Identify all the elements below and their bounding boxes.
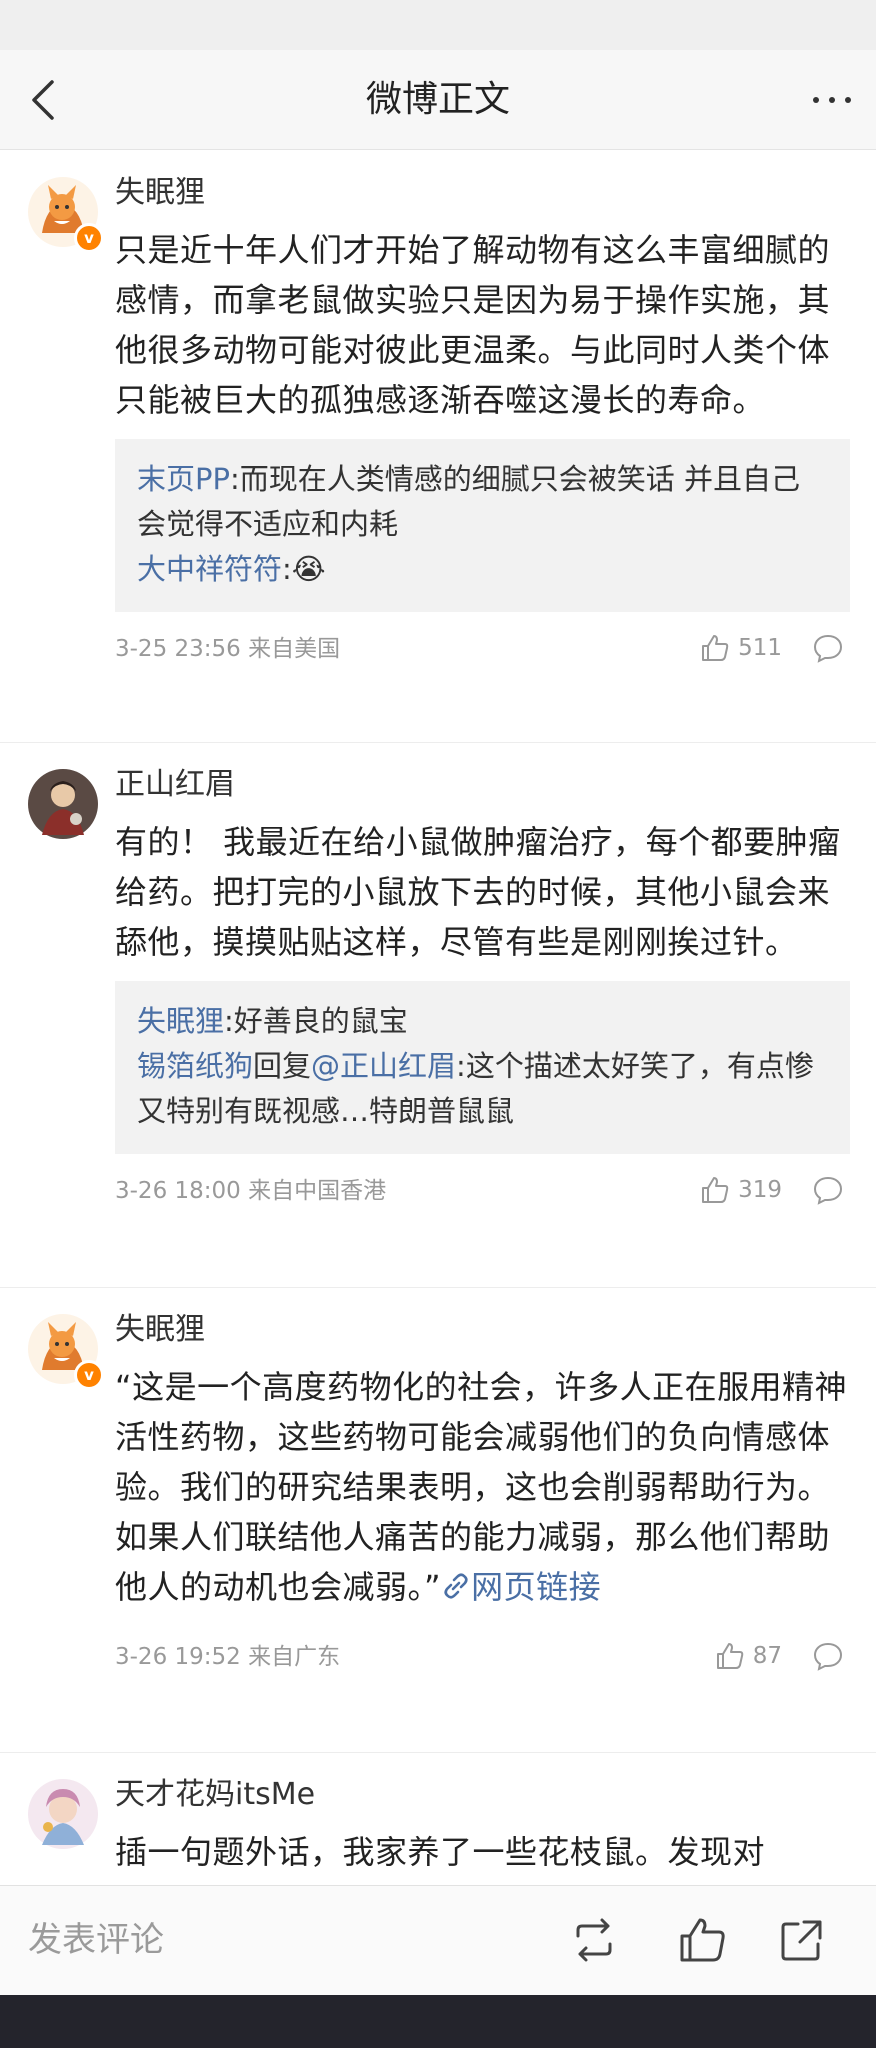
web-link[interactable]: 网页链接	[441, 1568, 601, 1606]
comment-text: 只是近十年人们才开始了解动物有这么丰富细腻的感情，而拿老鼠做实验只是因为易于操作…	[115, 231, 831, 419]
reply-mention[interactable]: @正山红眉	[311, 1049, 456, 1083]
like-button[interactable]: 87	[715, 1638, 782, 1674]
web-link-label[interactable]: 网页链接	[471, 1568, 601, 1606]
avatar[interactable]	[28, 769, 98, 839]
comment-item: v 失眠狸 “这是一个高度药物化的社会，许多人正在服用精神活性药物，这些药物可能…	[0, 1288, 876, 1753]
comment-text: 插一句题外话，我家养了一些花枝鼠。发现对	[115, 1833, 766, 1871]
reply-username[interactable]: 失眠狸	[137, 1004, 224, 1038]
page-title: 微博正文	[365, 79, 510, 120]
comment-bubble-icon	[813, 1176, 843, 1205]
bottom-action-bar: 发表评论	[0, 1885, 876, 1995]
reply-button[interactable]	[812, 1174, 844, 1206]
comment-item: 正山红眉 有的！ 我最近在给小鼠做肿瘤治疗，每个都要肿瘤给药。把打完的小鼠放下去…	[0, 743, 876, 1288]
reply-item: 末页PP:而现在人类情感的细腻只会被笑话 并且自己会觉得不适应和内耗	[137, 457, 828, 547]
reply-item: 锡箔纸狗回复@正山红眉:这个描述太好笑了，有点惨又特别有既视感…特朗普鼠鼠	[137, 1044, 828, 1134]
reply-button[interactable]	[812, 1640, 844, 1672]
comment-username[interactable]: 天才花妈itsMe	[115, 1775, 850, 1815]
comment-username[interactable]: 失眠狸	[115, 173, 850, 213]
avatar[interactable]	[28, 1779, 98, 1849]
avatar[interactable]: v	[28, 177, 104, 253]
more-dots-icon	[813, 97, 851, 103]
reply-text: :😭	[282, 552, 326, 586]
status-bar	[0, 0, 876, 50]
repost-icon	[576, 1918, 612, 1962]
more-button[interactable]	[808, 80, 856, 120]
top-navbar: 微博正文	[0, 50, 876, 150]
like-count: 319	[738, 1177, 782, 1203]
link-icon	[444, 1573, 468, 1599]
thumbs-up-icon	[702, 1177, 729, 1203]
repost-button[interactable]	[566, 1912, 622, 1968]
comment-item: v 失眠狸 只是近十年人们才开始了解动物有这么丰富细腻的感情，而拿老鼠做实验只是…	[0, 151, 876, 743]
comment-feed: v 失眠狸 只是近十年人们才开始了解动物有这么丰富细腻的感情，而拿老鼠做实验只是…	[0, 151, 876, 1885]
reply-button[interactable]	[812, 632, 844, 664]
comment-username[interactable]: 正山红眉	[115, 765, 850, 805]
system-navigation-bar	[0, 1995, 876, 2048]
comment-input[interactable]: 发表评论	[28, 1916, 164, 1964]
like-count: 511	[738, 635, 782, 661]
like-button[interactable]: 511	[700, 630, 782, 666]
comment-username[interactable]: 失眠狸	[115, 1310, 850, 1350]
share-button[interactable]	[774, 1912, 830, 1968]
thumbs-up-icon	[680, 1918, 725, 1962]
reply-connector: 回复	[253, 1049, 312, 1083]
verified-badge: v	[74, 223, 104, 253]
reply-username[interactable]: 锡箔纸狗	[137, 1049, 253, 1083]
avatar-image	[28, 769, 98, 839]
like-post-button[interactable]	[674, 1912, 730, 1968]
reply-text: :好善良的鼠宝	[224, 1004, 408, 1038]
comment-text: “这是一个高度药物化的社会，许多人正在服用精神活性药物，这些药物可能会减弱他们的…	[115, 1362, 850, 1612]
comment-time: 3-26 19:52 来自广东	[115, 1644, 341, 1670]
reply-username[interactable]: 大中祥符符	[137, 552, 282, 586]
comment-item: 天才花妈itsMe 插一句题外话，我家养了一些花枝鼠。发现对	[0, 1753, 876, 1885]
reply-text: :而现在人类情感的细腻只会被笑话 并且自己会觉得不适应和内耗	[137, 462, 800, 541]
reply-username[interactable]: 末页PP	[137, 462, 230, 496]
thumbs-up-icon	[702, 635, 729, 661]
comment-meta: 3-26 19:52 来自广东 87	[115, 1620, 850, 1694]
reply-box[interactable]: 失眠狸:好善良的鼠宝 锡箔纸狗回复@正山红眉:这个描述太好笑了，有点惨又特别有既…	[115, 981, 850, 1154]
reply-item: 大中祥符符:😭	[137, 547, 828, 592]
like-count: 87	[752, 1643, 782, 1669]
comment-time: 3-25 23:56 来自美国	[115, 636, 341, 662]
thumbs-up-icon	[716, 1643, 743, 1669]
reply-item: 失眠狸:好善良的鼠宝	[137, 999, 828, 1044]
avatar[interactable]: v	[28, 1314, 104, 1390]
comment-meta: 3-26 18:00 来自中国香港 319	[115, 1154, 850, 1228]
comment-bubble-icon	[813, 634, 843, 663]
reply-box[interactable]: 末页PP:而现在人类情感的细腻只会被笑话 并且自己会觉得不适应和内耗 大中祥符符…	[115, 439, 850, 612]
comment-time: 3-26 18:00 来自中国香港	[115, 1178, 387, 1204]
avatar-image	[28, 1779, 98, 1849]
like-button[interactable]: 319	[700, 1172, 782, 1208]
comment-bubble-icon	[813, 1642, 843, 1671]
comment-meta: 3-25 23:56 来自美国 511	[115, 612, 850, 686]
share-icon	[781, 1920, 822, 1961]
verified-badge: v	[74, 1360, 104, 1390]
comment-text: 有的！ 我最近在给小鼠做肿瘤治疗，每个都要肿瘤给药。把打完的小鼠放下去的时候，其…	[115, 823, 841, 961]
